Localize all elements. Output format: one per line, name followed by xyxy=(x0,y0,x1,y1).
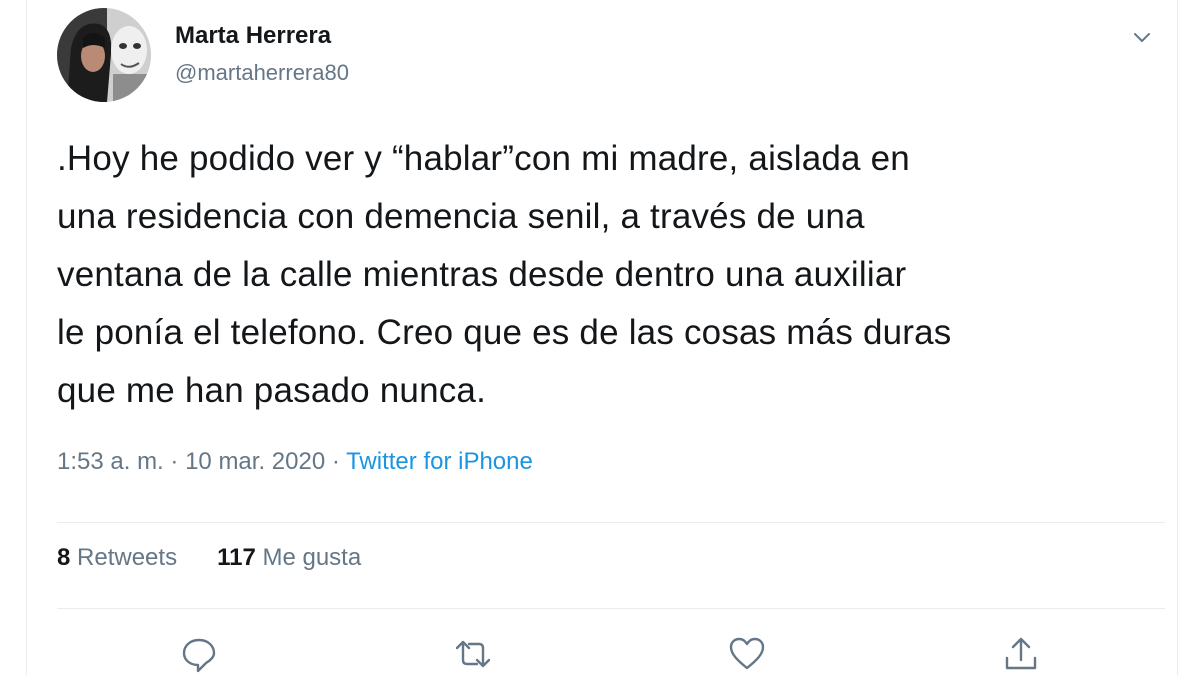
tweet-meta: 1:53 a. m. · 10 mar. 2020 · Twitter for … xyxy=(57,448,533,476)
chevron-down-icon[interactable] xyxy=(1129,24,1155,50)
user-handle[interactable]: @martaherrera80 xyxy=(175,60,349,86)
tweet-text-line: una residencia con demencia senil, a tra… xyxy=(57,197,865,236)
meta-separator: · xyxy=(170,448,179,475)
display-name[interactable]: Marta Herrera xyxy=(175,22,331,50)
divider xyxy=(57,522,1165,523)
tweet-text-line: que me han pasado nunca. xyxy=(57,371,487,410)
tweet-date[interactable]: 10 mar. 2020 xyxy=(185,448,325,475)
tweet-stats: 8 Retweets 117 Me gusta xyxy=(57,544,361,572)
retweets-label: Retweets xyxy=(77,544,178,571)
tweet-source-link[interactable]: Twitter for iPhone xyxy=(346,448,533,475)
divider xyxy=(57,608,1165,609)
tweet-card: Marta Herrera @martaherrera80 .Hoy he po… xyxy=(26,0,1178,675)
likes-count: 117 xyxy=(217,544,256,571)
retweets-count: 8 xyxy=(57,544,71,571)
avatar[interactable] xyxy=(57,8,151,102)
tweet-text-line: ventana de la calle mientras desde dentr… xyxy=(57,255,907,294)
heart-icon[interactable] xyxy=(727,634,767,674)
retweets-stat[interactable]: 8 Retweets xyxy=(57,544,177,571)
tweet-time[interactable]: 1:53 a. m. xyxy=(57,448,164,475)
tweet-text-line: le ponía el telefono. Creo que es de las… xyxy=(57,313,952,352)
meta-separator: · xyxy=(331,448,340,475)
reply-icon[interactable] xyxy=(179,634,219,674)
likes-stat[interactable]: 117 Me gusta xyxy=(217,544,361,571)
action-bar xyxy=(27,634,1177,674)
likes-label: Me gusta xyxy=(262,544,362,571)
retweet-icon[interactable] xyxy=(453,634,493,674)
share-icon[interactable] xyxy=(1001,634,1041,674)
tweet-text: .Hoy he podido ver y “hablar”con mi madr… xyxy=(57,130,1172,420)
tweet-text-line: .Hoy he podido ver y “hablar”con mi madr… xyxy=(57,139,910,178)
